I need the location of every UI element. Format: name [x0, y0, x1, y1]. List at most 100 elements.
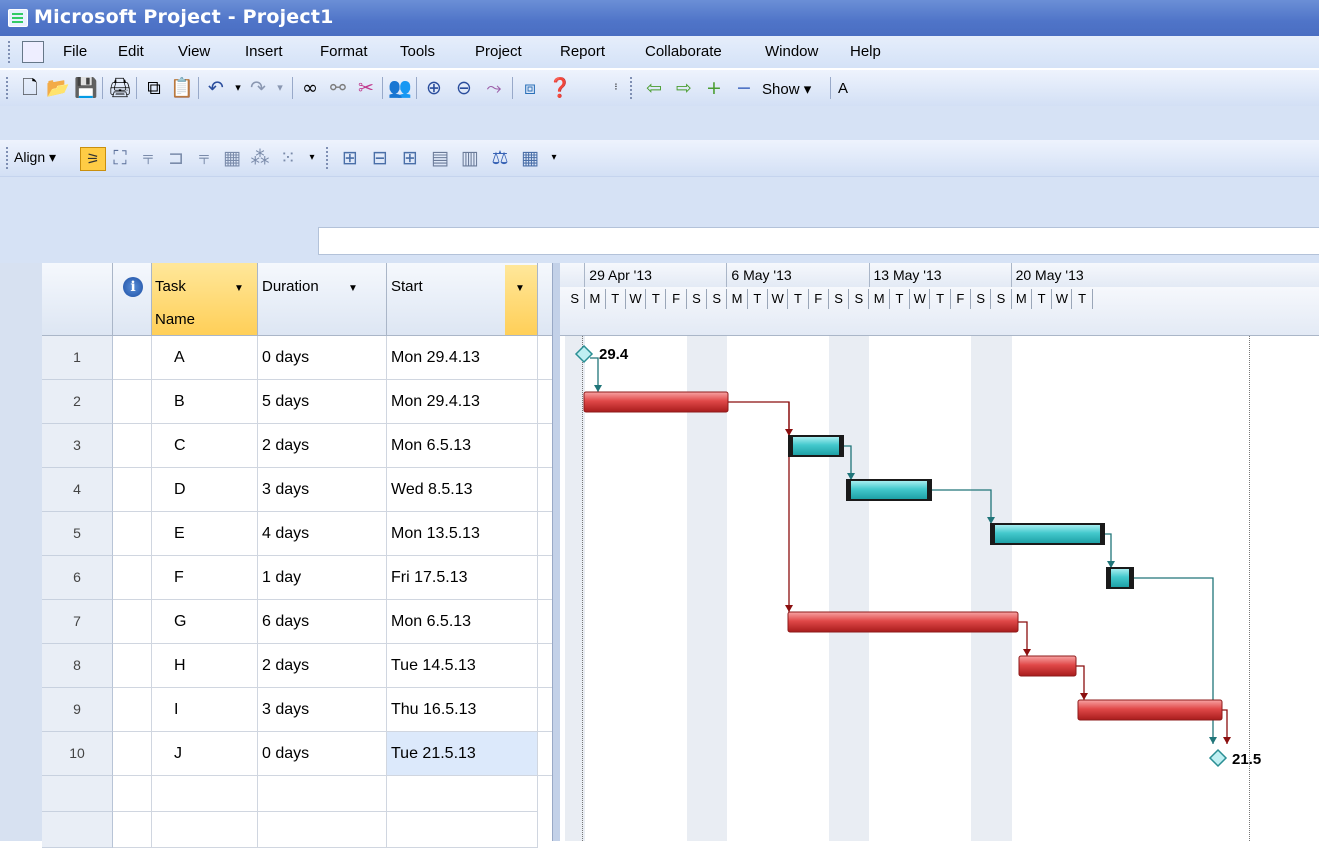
document-menu-icon[interactable] [22, 41, 44, 63]
toolbar-grip[interactable] [326, 147, 331, 169]
indicator-cell[interactable] [113, 380, 152, 424]
empty-cell[interactable] [113, 776, 152, 812]
bar-start-cap[interactable] [991, 524, 995, 544]
start-cell[interactable]: Mon 29.4.13 [387, 380, 538, 424]
start-cell[interactable]: Mon 6.5.13 [387, 600, 538, 644]
toolbar-grip[interactable] [6, 147, 11, 169]
autofilter-arrow-icon[interactable]: ▼ [515, 283, 525, 294]
indicator-cell[interactable] [113, 336, 152, 380]
split-view-icon[interactable]: ⊞ [398, 147, 422, 169]
menu-window[interactable]: Window [765, 43, 818, 60]
outdent-icon[interactable]: ⇦ [642, 77, 666, 99]
task-name-cell[interactable]: C [152, 424, 258, 468]
empty-cell[interactable] [258, 812, 387, 848]
toolbar-grip[interactable] [6, 77, 11, 99]
finish-cell-partial[interactable] [538, 556, 553, 600]
unlink-tasks-icon[interactable]: ⚯ [326, 77, 350, 99]
chart-icon[interactable]: ⁙ [276, 147, 300, 169]
duration-cell[interactable]: 5 days [258, 380, 387, 424]
indicator-cell[interactable] [113, 468, 152, 512]
row-number[interactable]: 2 [42, 380, 113, 424]
start-cell[interactable]: Tue 21.5.13 [387, 732, 538, 776]
copy-picture-icon[interactable]: ⧈ [518, 77, 542, 99]
menu-view[interactable]: View [178, 43, 210, 60]
bar-end-cap[interactable] [1100, 524, 1104, 544]
start-cell[interactable]: Wed 8.5.13 [387, 468, 538, 512]
duration-cell[interactable]: 2 days [258, 424, 387, 468]
finish-cell-partial[interactable] [538, 600, 553, 644]
empty-cell[interactable] [152, 812, 258, 848]
bar-start-cap[interactable] [1107, 568, 1111, 588]
link-tasks-icon[interactable]: ∞ [298, 77, 322, 99]
calendar-icon[interactable]: ▦ [220, 147, 244, 169]
row-number[interactable]: 7 [42, 600, 113, 644]
task-notes-icon[interactable]: ⛶ [108, 147, 132, 169]
row-number[interactable]: 8 [42, 644, 113, 688]
help-icon[interactable]: ❓ [548, 77, 572, 99]
autofilter-arrow-icon[interactable]: ▼ [234, 283, 244, 294]
show-outline-button[interactable]: Show ▾ [762, 80, 811, 98]
finish-cell-partial[interactable] [538, 512, 553, 556]
menu-insert[interactable]: Insert [245, 43, 283, 60]
bar-end-cap[interactable] [927, 480, 931, 500]
save-icon[interactable]: 💾 [74, 77, 98, 99]
task-table-icon[interactable]: ⊞ [338, 147, 362, 169]
finish-cell-partial[interactable] [538, 468, 553, 512]
resource-icon[interactable]: ⁂ [248, 147, 272, 169]
row-number[interactable]: 9 [42, 688, 113, 732]
task-bar[interactable] [788, 435, 844, 457]
start-header[interactable]: Start ▼ [387, 263, 538, 336]
row-number[interactable]: 6 [42, 556, 113, 600]
menu-collaborate[interactable]: Collaborate [645, 43, 722, 60]
indicator-cell[interactable] [113, 424, 152, 468]
duration-cell[interactable]: 1 day [258, 556, 387, 600]
task-name-cell[interactable]: J [152, 732, 258, 776]
critical-task-bar[interactable] [1018, 655, 1077, 677]
paste-icon[interactable]: 📋 [170, 77, 194, 99]
level-resources-icon[interactable]: ⚖ [488, 147, 512, 169]
menu-format[interactable]: Format [320, 43, 368, 60]
empty-cell[interactable] [258, 776, 387, 812]
duration-cell[interactable]: 3 days [258, 688, 387, 732]
critical-task-bar[interactable] [1077, 699, 1223, 721]
progress-icon[interactable]: ⊐ [164, 147, 188, 169]
finish-cell-partial[interactable] [538, 424, 553, 468]
task-name-cell[interactable]: E [152, 512, 258, 556]
redo-icon[interactable]: ↷ [246, 77, 270, 99]
open-icon[interactable]: 📂 [46, 77, 70, 99]
empty-cell[interactable] [387, 812, 538, 848]
select-all-header[interactable] [42, 263, 113, 336]
indicator-cell[interactable] [113, 600, 152, 644]
toolbar-grip[interactable] [630, 77, 635, 99]
empty-row-header[interactable] [42, 776, 113, 812]
report-icon[interactable]: ▥ [458, 147, 482, 169]
finish-cell-partial[interactable] [538, 644, 553, 688]
duration-cell[interactable]: 2 days [258, 644, 387, 688]
menu-help[interactable]: Help [850, 43, 881, 60]
row-number[interactable]: 1 [42, 336, 113, 380]
finish-cell-partial[interactable] [538, 732, 553, 776]
empty-cell[interactable] [152, 776, 258, 812]
toolbar-options-icon[interactable]: ▾ [300, 147, 324, 169]
task-name-header[interactable]: Task Name ▼ [152, 263, 258, 336]
split-task-icon[interactable]: ✂ [354, 77, 378, 99]
critical-task-bar[interactable] [787, 611, 1019, 633]
task-name-cell[interactable]: B [152, 380, 258, 424]
indicator-cell[interactable] [113, 732, 152, 776]
assign-resources-icon[interactable]: 👥 [388, 77, 412, 99]
task-name-cell[interactable]: F [152, 556, 258, 600]
task-bar[interactable] [990, 523, 1105, 545]
resource-table-icon[interactable]: ⊟ [368, 147, 392, 169]
bar-end-cap[interactable] [1129, 568, 1133, 588]
redo-dropdown-icon[interactable]: ▾ [268, 77, 292, 99]
task-name-cell[interactable]: A [152, 336, 258, 380]
task-name-cell[interactable]: H [152, 644, 258, 688]
task-bar[interactable] [846, 479, 932, 501]
task-name-cell[interactable]: D [152, 468, 258, 512]
menu-edit[interactable]: Edit [118, 43, 144, 60]
new-icon[interactable]: 🗋 [18, 77, 42, 99]
zoom-in-icon[interactable]: ⊕ [422, 77, 446, 99]
font-box-partial[interactable]: A [838, 80, 848, 97]
entry-field[interactable] [318, 227, 1319, 255]
empty-cell[interactable] [113, 812, 152, 848]
